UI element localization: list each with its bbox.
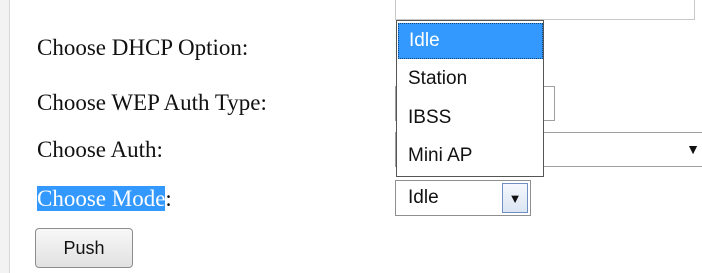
left-panel-border [0, 0, 10, 273]
mode-option-idle[interactable]: Idle [398, 23, 543, 59]
mode-label-suffix: : [165, 186, 172, 211]
top-input-field[interactable] [395, 0, 695, 20]
auth-label: Choose Auth: [37, 137, 163, 162]
mode-dropdown-list[interactable]: Idle Station IBSS Mini AP [396, 20, 544, 177]
chevron-down-icon: ▼ [686, 141, 700, 157]
mode-option-ibss[interactable]: IBSS [398, 100, 543, 136]
mode-label-highlight: Choose Mode [37, 186, 166, 211]
mode-label: Choose Mode: [37, 184, 172, 214]
chevron-down-icon[interactable]: ▼ [502, 183, 528, 213]
mode-option-mini-ap[interactable]: Mini AP [398, 138, 543, 174]
mode-select-value: Idle [408, 187, 439, 208]
mode-select[interactable]: Idle ▼ [395, 180, 531, 216]
push-button[interactable]: Push [35, 228, 133, 268]
dhcp-option-label: Choose DHCP Option: [37, 35, 249, 60]
wep-auth-type-label: Choose WEP Auth Type: [37, 90, 267, 115]
mode-option-station[interactable]: Station [398, 61, 543, 97]
